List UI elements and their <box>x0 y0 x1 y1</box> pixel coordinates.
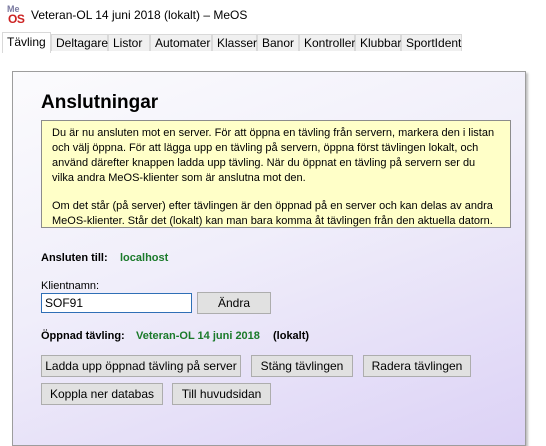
info-box: Du är nu ansluten mot en server. För att… <box>41 120 511 228</box>
main-page-button[interactable]: Till huvudsidan <box>172 383 271 405</box>
page-title: Anslutningar <box>41 92 159 113</box>
close-competition-button[interactable]: Stäng tävlingen <box>251 355 353 377</box>
client-name-label: Klientnamn: <box>41 280 100 292</box>
window-title: Veteran-OL 14 juni 2018 (lokalt) – MeOS <box>31 8 248 22</box>
connected-label: Ansluten till: <box>41 252 108 264</box>
app-icon-bottom-text: OS <box>8 12 25 26</box>
connected-server: localhost <box>120 252 169 264</box>
change-button[interactable]: Ändra <box>197 292 271 314</box>
tab-automater[interactable]: Automater <box>150 34 212 51</box>
client-name-input[interactable] <box>41 293 192 313</box>
tab-klasser[interactable]: Klasser <box>212 34 257 51</box>
tab-banor[interactable]: Banor <box>257 34 299 51</box>
meos-app-icon: Me OS <box>7 4 25 26</box>
opened-competition-label: Öppnad tävling: <box>41 330 125 342</box>
info-paragraph: Om det står (på server) efter tävlingen … <box>52 200 493 227</box>
tab-deltagare[interactable]: Deltagare <box>51 34 108 51</box>
tab-content-area: Anslutningar Du är nu ansluten mot en se… <box>0 52 546 446</box>
tab-tavling[interactable]: Tävling <box>2 32 51 53</box>
tab-kontroller[interactable]: Kontroller <box>299 34 355 51</box>
opened-competition-mode: (lokalt) <box>273 330 310 342</box>
tab-klubbar[interactable]: Klubbar <box>355 34 401 51</box>
delete-competition-button[interactable]: Radera tävlingen <box>363 355 471 377</box>
tab-bar: Tävling Deltagare Listor Automater Klass… <box>0 32 546 53</box>
info-paragraph: Du är nu ansluten mot en server. För att… <box>52 127 495 184</box>
upload-competition-button[interactable]: Ladda upp öppnad tävling på server <box>41 355 241 377</box>
disconnect-database-button[interactable]: Koppla ner databas <box>41 383 163 405</box>
tab-sportident[interactable]: SportIdent <box>401 34 462 51</box>
title-bar: Me OS Veteran-OL 14 juni 2018 (lokalt) –… <box>0 0 546 32</box>
tab-listor[interactable]: Listor <box>108 34 150 51</box>
opened-competition-name: Veteran-OL 14 juni 2018 <box>136 330 260 342</box>
